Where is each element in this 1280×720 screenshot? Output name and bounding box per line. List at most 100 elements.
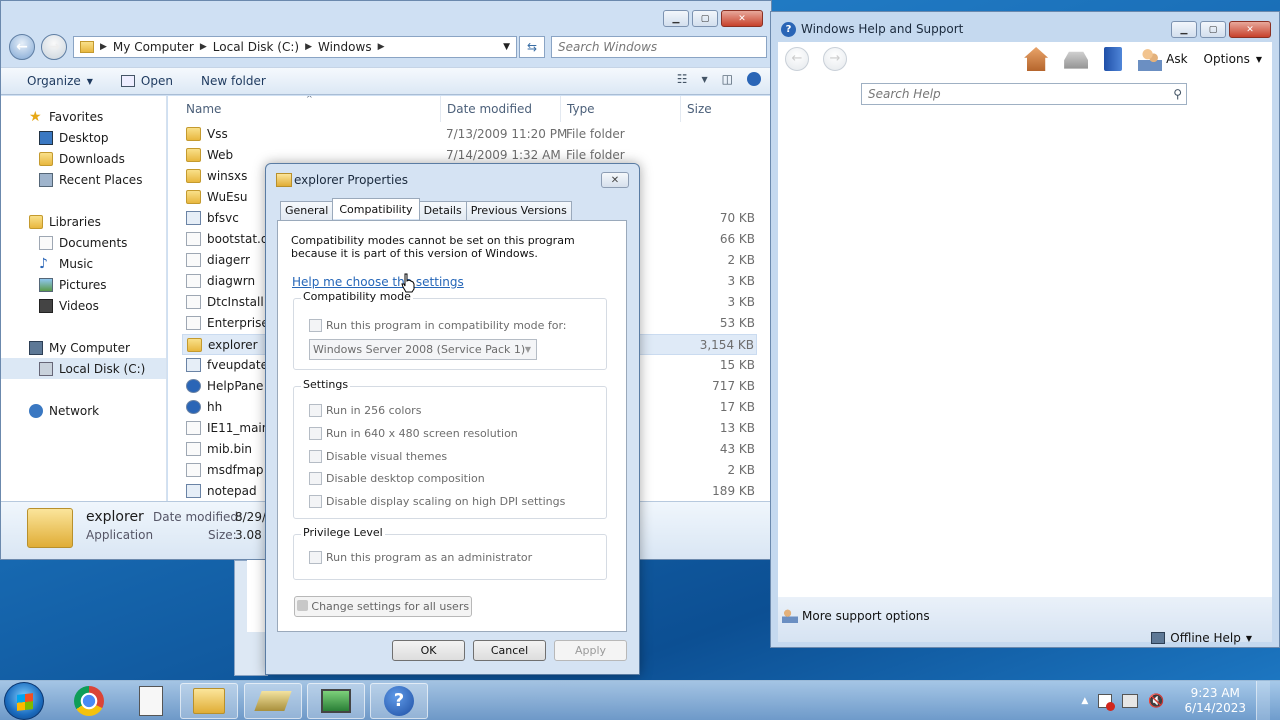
- nav-desktop[interactable]: Desktop: [1, 127, 166, 148]
- minimize-button[interactable]: ▁: [663, 10, 689, 27]
- checkbox[interactable]: [309, 495, 322, 508]
- setting-checkbox[interactable]: Run in 640 x 480 screen resolution: [309, 427, 518, 440]
- folder-icon: [187, 338, 202, 352]
- volume-muted-icon[interactable]: 🔇: [1148, 694, 1164, 709]
- file-size: 15 KB: [719, 358, 755, 372]
- search-input[interactable]: Search Windows: [551, 36, 767, 58]
- nav-local-disk[interactable]: Local Disk (C:): [1, 358, 166, 379]
- checkbox[interactable]: [309, 472, 322, 485]
- file-icon: [186, 421, 201, 435]
- taskbar-app[interactable]: [122, 683, 180, 719]
- more-support-options-link[interactable]: More support options: [782, 609, 930, 623]
- new-folder-button[interactable]: New folder: [201, 74, 266, 88]
- nav-recent-places[interactable]: Recent Places: [1, 169, 166, 190]
- minimize-button[interactable]: ▁: [1171, 21, 1197, 38]
- show-desktop-button[interactable]: [1256, 681, 1270, 720]
- tab-previous-versions[interactable]: Previous Versions: [465, 201, 572, 220]
- change-settings-all-users-button[interactable]: Change settings for all users: [294, 596, 472, 617]
- nav-music[interactable]: ♪ Music: [1, 253, 166, 274]
- checkbox[interactable]: [309, 551, 322, 564]
- help-search-input[interactable]: Search Help ⚲: [861, 83, 1187, 105]
- run-as-admin-checkbox[interactable]: Run this program as an administrator: [309, 551, 532, 564]
- taskbar-chrome[interactable]: [60, 683, 118, 719]
- breadcrumb-windows[interactable]: Windows: [318, 40, 372, 54]
- checkbox[interactable]: [309, 450, 322, 463]
- file-row[interactable]: Vss 7/13/2009 11:20 PM File folder: [182, 124, 757, 145]
- start-button[interactable]: [4, 682, 44, 720]
- nav-network[interactable]: Network: [1, 400, 166, 421]
- close-button[interactable]: ✕: [601, 172, 629, 188]
- options-button[interactable]: Options ▼: [1204, 52, 1262, 66]
- address-bar[interactable]: ▶ My Computer ▶ Local Disk (C:) ▶ Window…: [73, 36, 517, 58]
- file-size: 13 KB: [719, 421, 755, 435]
- organize-button[interactable]: Organize ▼: [27, 74, 93, 88]
- tab-compatibility[interactable]: Compatibility: [332, 198, 420, 219]
- help-navigation: ← →: [785, 47, 847, 71]
- nav-pictures[interactable]: Pictures: [1, 274, 166, 295]
- checkbox[interactable]: [309, 404, 322, 417]
- open-button[interactable]: Open: [120, 74, 173, 88]
- offline-help-button[interactable]: Offline Help ▼: [1151, 631, 1252, 645]
- setting-checkbox[interactable]: Disable visual themes: [309, 450, 447, 463]
- home-icon[interactable]: [1024, 47, 1049, 71]
- setting-checkbox[interactable]: Disable display scaling on high DPI sett…: [309, 495, 565, 508]
- help-icon[interactable]: [747, 72, 761, 86]
- compatibility-mode-checkbox[interactable]: Run this program in compatibility mode f…: [309, 319, 567, 332]
- chevron-down-icon[interactable]: ▼: [702, 75, 708, 84]
- cancel-button[interactable]: Cancel: [473, 640, 546, 661]
- nav-videos[interactable]: Videos: [1, 295, 166, 316]
- network-icon[interactable]: [1122, 694, 1139, 708]
- tab-general[interactable]: General: [280, 201, 334, 220]
- setting-checkbox[interactable]: Disable desktop composition: [309, 472, 485, 485]
- ask-button[interactable]: Ask: [1138, 47, 1188, 71]
- show-hidden-icons-icon[interactable]: ▲: [1081, 696, 1088, 706]
- preview-pane-icon[interactable]: ◫: [722, 72, 733, 86]
- nav-downloads[interactable]: Downloads: [1, 148, 166, 169]
- nav-my-computer[interactable]: My Computer: [1, 337, 166, 358]
- setting-checkbox[interactable]: Run in 256 colors: [309, 404, 421, 417]
- taskbar-program[interactable]: [307, 683, 365, 719]
- forward-button[interactable]: →: [41, 34, 67, 60]
- column-divider[interactable]: [440, 96, 441, 122]
- back-button[interactable]: ←: [785, 47, 809, 71]
- file-icon: [186, 463, 201, 477]
- maximize-button[interactable]: ▢: [692, 10, 718, 27]
- back-button[interactable]: ←: [9, 34, 35, 60]
- action-center-icon[interactable]: [1098, 694, 1116, 711]
- tab-details[interactable]: Details: [418, 201, 467, 220]
- taskbar-help[interactable]: ?: [370, 683, 428, 719]
- browse-help-icon[interactable]: [1104, 47, 1123, 71]
- column-type[interactable]: Type: [567, 102, 595, 116]
- apply-button[interactable]: Apply: [554, 640, 627, 661]
- print-icon[interactable]: [1064, 51, 1089, 69]
- refresh-button[interactable]: ⇆: [519, 36, 545, 58]
- column-divider[interactable]: [560, 96, 561, 122]
- close-button[interactable]: ✕: [721, 10, 763, 27]
- column-name[interactable]: Name: [186, 102, 221, 116]
- breadcrumb-local-disk[interactable]: Local Disk (C:): [213, 40, 299, 54]
- column-divider[interactable]: [680, 96, 681, 122]
- address-dropdown-icon[interactable]: ▼: [503, 42, 510, 52]
- column-date[interactable]: Date modified: [447, 102, 532, 116]
- views-icon[interactable]: ☷: [677, 72, 688, 86]
- breadcrumb-my-computer[interactable]: My Computer: [113, 40, 194, 54]
- taskbar-explorer[interactable]: [180, 683, 238, 719]
- column-size[interactable]: Size: [687, 102, 712, 116]
- help-me-choose-link[interactable]: Help me choose the settings: [292, 275, 464, 289]
- nav-libraries[interactable]: Libraries: [1, 211, 166, 232]
- compatibility-os-select[interactable]: Windows Server 2008 (Service Pack 1) ▼: [309, 339, 537, 360]
- checkbox[interactable]: [309, 319, 322, 332]
- clock[interactable]: 9:23 AM 6/14/2023: [1184, 686, 1246, 716]
- breadcrumb-separator: ▶: [377, 42, 385, 52]
- maximize-button[interactable]: ▢: [1200, 21, 1226, 38]
- taskbar-properties[interactable]: [244, 683, 302, 719]
- nav-favorites[interactable]: ★ Favorites: [1, 106, 166, 127]
- search-icon[interactable]: ⚲: [1173, 84, 1182, 104]
- forward-button[interactable]: →: [823, 47, 847, 71]
- file-size: 43 KB: [719, 442, 755, 456]
- ok-button[interactable]: OK: [392, 640, 465, 661]
- checkbox[interactable]: [309, 427, 322, 440]
- nav-documents[interactable]: Documents: [1, 232, 166, 253]
- chevron-down-icon: ▼: [524, 345, 531, 354]
- close-button[interactable]: ✕: [1229, 21, 1271, 38]
